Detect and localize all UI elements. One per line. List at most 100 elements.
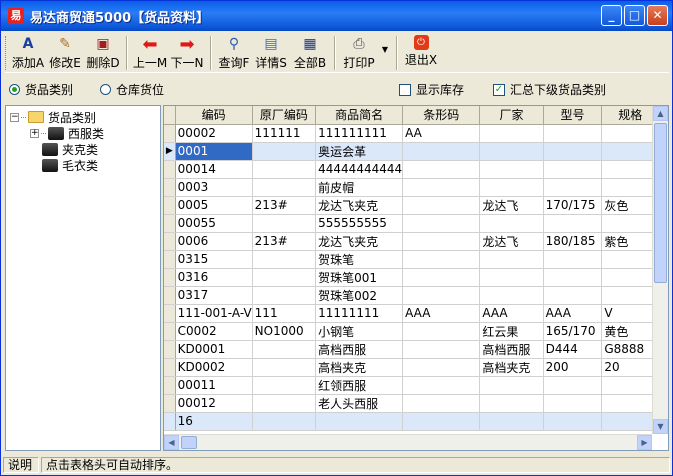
table-cell[interactable]	[252, 376, 317, 395]
table-cell[interactable]	[601, 250, 660, 269]
table-cell[interactable]: 111-001-A-V	[175, 304, 253, 323]
table-cell[interactable]: 紫色	[601, 232, 660, 251]
table-cell[interactable]	[601, 394, 660, 413]
title-bar[interactable]: 易 易达商贸通5000【货品资料】 _ □ ✕	[1, 1, 672, 31]
table-cell[interactable]	[479, 250, 544, 269]
table-cell[interactable]	[479, 394, 544, 413]
exit-button[interactable]: ⏻ 退出X	[402, 33, 440, 71]
column-header[interactable]: 原厂编码	[252, 106, 317, 125]
table-row[interactable]: ▶ 0001 奥运会革	[164, 142, 668, 161]
table-cell[interactable]	[402, 376, 481, 395]
table-cell[interactable]: 小钢笔	[315, 322, 404, 341]
table-cell[interactable]: 111	[252, 304, 317, 323]
scroll-up-icon[interactable]: ▲	[653, 106, 668, 121]
table-cell[interactable]: KD0002	[175, 358, 253, 377]
table-row[interactable]: 0005 213# 龙达飞夹克 龙达飞 170/175 灰色	[164, 196, 668, 215]
tree-item-sweaters[interactable]: 毛衣类	[42, 157, 98, 173]
table-cell[interactable]	[601, 178, 660, 197]
column-header[interactable]: 条形码	[402, 106, 481, 125]
edit-button[interactable]: ✎ 修改E	[46, 33, 84, 71]
table-cell[interactable]	[543, 250, 603, 269]
table-cell[interactable]: 0003	[175, 178, 253, 197]
product-grid[interactable]: 编码 原厂编码 商品简名 条形码 厂家 型号 规格 00002 111111 111…	[163, 105, 669, 451]
print-button[interactable]: ⎙ 打印P	[340, 33, 378, 71]
table-cell[interactable]: 红领西服	[315, 376, 404, 395]
prev-button[interactable]: ⬅ 上一M	[132, 33, 168, 71]
expand-icon[interactable]: +	[30, 128, 39, 138]
row-indicator[interactable]	[164, 178, 176, 197]
table-cell[interactable]	[402, 340, 481, 359]
scroll-right-icon[interactable]: ▶	[637, 435, 652, 450]
table-cell[interactable]: 贺珠笔002	[315, 286, 404, 305]
table-cell[interactable]	[252, 358, 317, 377]
table-cell[interactable]	[543, 124, 603, 143]
table-cell[interactable]	[479, 178, 544, 197]
table-row[interactable]: 00011 红领西服	[164, 376, 668, 395]
row-indicator[interactable]	[164, 286, 176, 305]
table-cell[interactable]	[479, 160, 544, 179]
table-row[interactable]: 0003 前皮帽	[164, 178, 668, 197]
table-cell[interactable]	[402, 160, 481, 179]
table-cell[interactable]	[479, 376, 544, 395]
table-cell[interactable]: KD0001	[175, 340, 253, 359]
table-cell[interactable]: AA	[402, 124, 481, 143]
column-header[interactable]: 商品简名	[315, 106, 404, 125]
column-header[interactable]: 厂家	[479, 106, 544, 125]
table-cell[interactable]	[252, 286, 317, 305]
close-button[interactable]: ✕	[647, 5, 668, 26]
print-dropdown-button[interactable]: ▼	[378, 33, 392, 71]
table-cell[interactable]	[402, 268, 481, 287]
table-cell[interactable]	[479, 124, 544, 143]
table-cell[interactable]: 高档夹克	[479, 358, 544, 377]
add-button[interactable]: A 添加A	[10, 33, 46, 71]
table-cell[interactable]	[252, 214, 317, 233]
checkbox-summarize-subcategories[interactable]: ✓ 汇总下级货品类别	[493, 81, 606, 98]
table-cell[interactable]: 0005	[175, 196, 253, 215]
table-cell[interactable]: 44444444444	[315, 160, 404, 179]
table-cell[interactable]	[543, 178, 603, 197]
row-indicator[interactable]	[164, 214, 176, 233]
table-cell[interactable]	[543, 268, 603, 287]
row-indicator[interactable]	[164, 376, 176, 395]
table-cell[interactable]	[543, 142, 603, 161]
table-cell[interactable]	[402, 286, 481, 305]
table-cell[interactable]	[402, 322, 481, 341]
table-cell[interactable]: 11111111	[315, 304, 404, 323]
table-cell[interactable]: 贺珠笔001	[315, 268, 404, 287]
table-row[interactable]: 0006 213# 龙达飞夹克 龙达飞 180/185 紫色	[164, 232, 668, 251]
table-cell[interactable]: 高档夹克	[315, 358, 404, 377]
table-row[interactable]: 00055 555555555	[164, 214, 668, 233]
checkbox-show-stock[interactable]: 显示库存	[399, 81, 464, 98]
table-cell[interactable]: AAA	[543, 304, 603, 323]
row-indicator[interactable]	[164, 304, 176, 323]
table-cell[interactable]: 00002	[175, 124, 253, 143]
table-cell[interactable]	[543, 286, 603, 305]
table-row[interactable]: 111-001-A-V 111 11111111 AAA AAA AAA V	[164, 304, 668, 323]
table-cell[interactable]	[601, 142, 660, 161]
table-cell[interactable]	[601, 376, 660, 395]
table-cell[interactable]: 170/175	[543, 196, 603, 215]
next-button[interactable]: ➡ 下一N	[168, 33, 206, 71]
table-cell[interactable]: V	[601, 304, 660, 323]
table-cell[interactable]: 红云果	[479, 322, 544, 341]
table-cell[interactable]: 213#	[252, 196, 317, 215]
row-indicator[interactable]	[164, 358, 176, 377]
scroll-left-icon[interactable]: ◀	[164, 435, 179, 450]
minimize-button[interactable]: _	[601, 5, 622, 26]
table-cell[interactable]	[601, 268, 660, 287]
table-cell[interactable]	[252, 160, 317, 179]
table-cell[interactable]	[543, 214, 603, 233]
row-indicator[interactable]	[164, 322, 176, 341]
row-indicator[interactable]	[164, 268, 176, 287]
table-cell[interactable]	[479, 268, 544, 287]
table-cell[interactable]: 00011	[175, 376, 253, 395]
vertical-scroll-thumb[interactable]	[654, 123, 667, 283]
table-cell[interactable]: 高档西服	[479, 340, 544, 359]
table-cell[interactable]: AAA	[402, 304, 481, 323]
table-cell[interactable]: 灰色	[601, 196, 660, 215]
table-cell[interactable]: 0316	[175, 268, 253, 287]
table-cell[interactable]	[402, 196, 481, 215]
table-cell[interactable]: 180/185	[543, 232, 603, 251]
row-indicator[interactable]	[164, 250, 176, 269]
table-cell[interactable]	[252, 340, 317, 359]
